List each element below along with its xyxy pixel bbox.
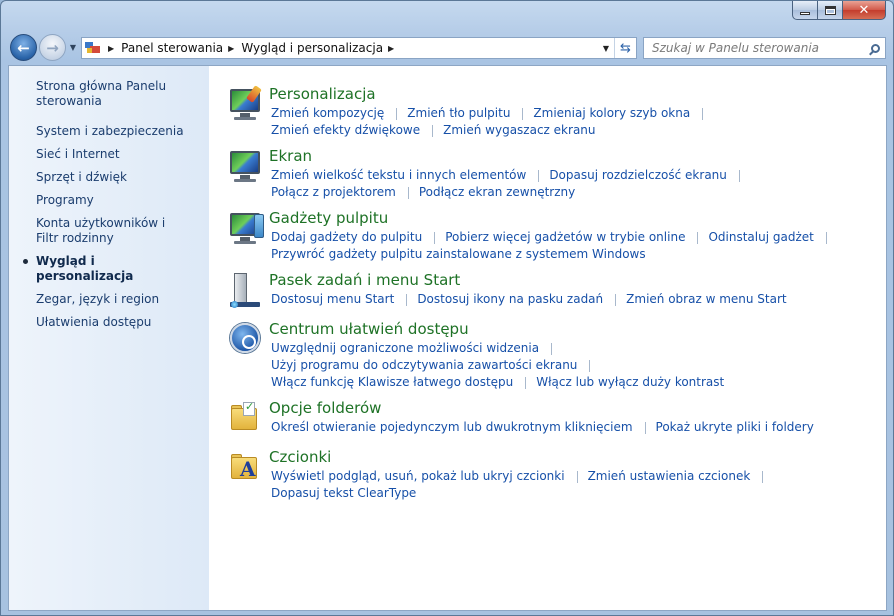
task-link[interactable]: Dostosuj menu Start <box>269 291 408 308</box>
taskbar-icon[interactable] <box>228 272 268 312</box>
sidebar-item-clock-language[interactable]: Zegar, język i region <box>36 292 186 307</box>
task-link[interactable]: Połącz z projektorem <box>269 184 409 201</box>
recent-pages-button[interactable]: ▼ <box>67 43 79 53</box>
sidebar-item-appearance-current[interactable]: Wygląd i personalizacja <box>23 254 186 284</box>
maximize-button[interactable] <box>818 1 843 20</box>
category-title-link[interactable]: Centrum ułatwień dostępu <box>269 321 886 338</box>
task-link[interactable]: Odinstaluj gadżet <box>706 229 828 246</box>
control-panel-icon <box>85 41 103 55</box>
task-link[interactable]: Włącz lub wyłącz duży kontrast <box>534 374 726 391</box>
chevron-down-icon: ▼ <box>69 43 77 52</box>
minimize-button[interactable] <box>792 1 818 20</box>
category-desktop-gadgets: Gadżety pulpitu Dodaj gadżety do pulpitu… <box>228 210 886 263</box>
breadcrumb-separator-icon[interactable]: ▶ <box>108 44 114 53</box>
sidebar-item-user-accounts[interactable]: Konta użytkowników i Filtr rodzinny <box>36 216 186 246</box>
task-link[interactable]: Zmieniaj kolory szyb okna <box>531 105 704 122</box>
maximize-icon <box>824 5 836 15</box>
back-arrow-icon: ← <box>17 38 30 57</box>
category-folder-options: Opcje folderów Określ otwieranie pojedyn… <box>228 400 886 440</box>
search-icon <box>870 43 880 53</box>
task-link[interactable]: Pokaż ukryte pliki i foldery <box>654 419 816 436</box>
search-button[interactable] <box>865 43 885 53</box>
task-link[interactable]: Dodaj gadżety do pulpitu <box>269 229 436 246</box>
task-link[interactable]: Zmień kompozycję <box>269 105 398 122</box>
navigation-bar: ← → ▼ ▶ Panel sterowania ▶ Wygląd i pers… <box>1 29 893 65</box>
task-link[interactable]: Zmień ustawienia czcionek <box>586 468 763 485</box>
task-link[interactable]: Zmień efekty dźwiękowe <box>269 122 434 139</box>
task-link[interactable]: Zmień wygaszacz ekranu <box>441 122 597 139</box>
sidebar-item-system-security[interactable]: System i zabezpieczenia <box>36 124 186 139</box>
task-link[interactable]: Uwzględnij ograniczone możliwości widzen… <box>269 340 553 357</box>
category-title-link[interactable]: Ekran <box>269 148 886 165</box>
address-history-dropdown[interactable]: ▼ <box>598 38 614 58</box>
category-title-link[interactable]: Gadżety pulpitu <box>269 210 886 227</box>
desktop-gadgets-icon[interactable] <box>228 210 268 250</box>
task-link[interactable]: Zmień wielkość tekstu i innych elementów <box>269 167 540 184</box>
breadcrumb-separator-icon[interactable]: ▶ <box>388 44 394 53</box>
personalization-icon[interactable] <box>228 85 268 126</box>
ease-of-access-icon[interactable] <box>228 321 268 361</box>
breadcrumb-separator-icon[interactable]: ▶ <box>228 44 234 53</box>
search-box[interactable] <box>643 37 886 59</box>
sidebar-item-hardware-sound[interactable]: Sprzęt i dźwięk <box>36 170 186 185</box>
forward-button[interactable]: → <box>39 34 66 61</box>
category-taskbar-start: Pasek zadań i menu Start Dostosuj menu S… <box>228 272 886 312</box>
sidebar-item-programs[interactable]: Programy <box>36 193 186 208</box>
breadcrumb-control-panel[interactable]: Panel sterowania <box>121 41 223 55</box>
task-link[interactable]: Przywróć gadżety pulpitu zainstalowane z… <box>269 246 648 263</box>
task-link[interactable]: Włącz funkcję Klawisze łatwego dostępu <box>269 374 527 391</box>
task-link[interactable]: Dostosuj ikony na pasku zadań <box>415 291 616 308</box>
sidebar-item-network-internet[interactable]: Sieć i Internet <box>36 147 186 162</box>
control-panel-window: ✕ ← → ▼ ▶ Panel sterowania ▶ Wygląd i pe… <box>0 0 894 616</box>
task-link[interactable]: Użyj programu do odczytywania zawartości… <box>269 357 591 374</box>
caption-buttons: ✕ <box>792 1 886 21</box>
sidebar-item-ease-of-access[interactable]: Ułatwienia dostępu <box>36 315 186 330</box>
task-link[interactable]: Zmień obraz w menu Start <box>624 291 788 308</box>
fonts-icon[interactable]: A <box>228 449 268 489</box>
sidebar-home-link[interactable]: Strona główna Panelu sterowania <box>36 79 186 109</box>
task-link[interactable]: Podłącz ekran zewnętrzny <box>417 184 577 201</box>
close-button[interactable]: ✕ <box>843 1 886 20</box>
task-link[interactable]: Pobierz więcej gadżetów w trybie online <box>443 229 699 246</box>
close-icon: ✕ <box>858 2 870 18</box>
sidebar: Strona główna Panelu sterowania System i… <box>9 66 209 610</box>
task-link[interactable]: Dopasuj tekst ClearType <box>269 485 418 502</box>
minimize-icon <box>800 11 810 15</box>
main-panel: Personalizacja Zmień kompozycję Zmień tł… <box>209 66 886 610</box>
task-link[interactable]: Określ otwieranie pojedynczym lub dwukro… <box>269 419 646 436</box>
forward-arrow-icon: → <box>46 38 59 57</box>
category-title-link[interactable]: Pasek zadań i menu Start <box>269 272 886 289</box>
category-display: Ekran Zmień wielkość tekstu i innych ele… <box>228 148 886 201</box>
breadcrumb-appearance[interactable]: Wygląd i personalizacja <box>241 41 383 55</box>
search-input[interactable] <box>652 41 865 55</box>
back-button[interactable]: ← <box>10 34 37 61</box>
task-link[interactable]: Dopasuj rozdzielczość ekranu <box>547 167 740 184</box>
display-icon[interactable] <box>228 148 268 188</box>
address-bar[interactable]: ▶ Panel sterowania ▶ Wygląd i personaliz… <box>81 37 637 59</box>
category-title-link[interactable]: Czcionki <box>269 449 886 466</box>
category-personalization: Personalizacja Zmień kompozycję Zmień tł… <box>228 85 886 139</box>
category-ease-of-access: Centrum ułatwień dostępu Uwzględnij ogra… <box>228 321 886 391</box>
task-link[interactable]: Wyświetl podgląd, usuń, pokaż lub ukryj … <box>269 468 578 485</box>
refresh-icon: ⇆ <box>620 40 631 56</box>
category-title-link[interactable]: Personalizacja <box>269 86 886 103</box>
folder-options-icon[interactable] <box>228 400 268 440</box>
refresh-button[interactable]: ⇆ <box>614 38 636 58</box>
task-link[interactable]: Zmień tło pulpitu <box>405 105 524 122</box>
category-fonts: A Czcionki Wyświetl podgląd, usuń, pokaż… <box>228 449 886 502</box>
content-area: Strona główna Panelu sterowania System i… <box>8 65 887 611</box>
category-title-link[interactable]: Opcje folderów <box>269 400 886 417</box>
